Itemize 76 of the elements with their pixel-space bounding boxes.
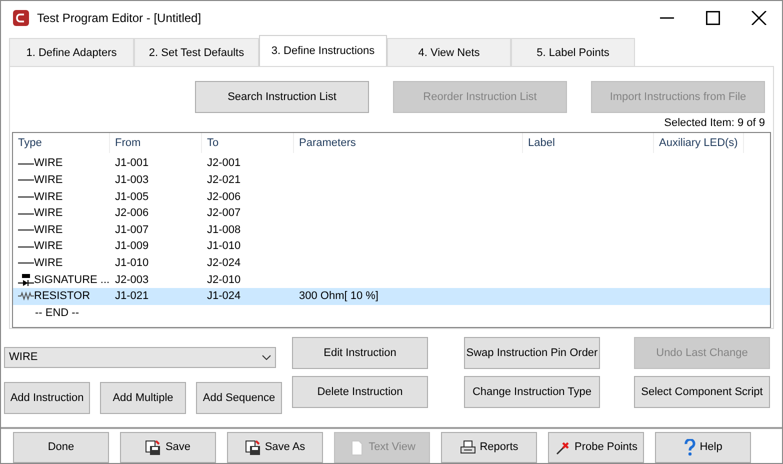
table-row[interactable]: WIRE J1-007 J1-008 (13, 222, 770, 238)
printer-icon (460, 440, 476, 456)
footer-button[interactable]: Save (120, 432, 216, 463)
type-cell-text: WIRE (34, 206, 63, 222)
probe-icon (554, 440, 570, 456)
to-cell-text: J1-008 (207, 222, 241, 238)
action-button[interactable]: Search Instruction List (195, 81, 369, 114)
tab[interactable]: 5. Label Points (511, 38, 635, 66)
footer-button[interactable]: Help (655, 432, 751, 463)
window-title: Test Program Editor - [Untitled] (37, 10, 202, 28)
tab[interactable]: 2. Set Test Defaults (134, 38, 259, 66)
footer-button[interactable]: Probe Points (548, 432, 644, 463)
from-cell-text: J2-006 (115, 206, 149, 222)
column-header[interactable]: From (110, 133, 202, 154)
resistor-icon (18, 290, 34, 302)
to-cell-text: J2-010 (207, 272, 241, 288)
floppy-disk-icon (244, 440, 261, 456)
from-cell-text: J1-010 (115, 256, 149, 272)
from-cell-text: J1-005 (115, 190, 149, 205)
table-row[interactable]: WIRE J1-010 J2-024 (13, 254, 770, 272)
from-cell-text: J1-001 (115, 156, 149, 172)
table-row[interactable]: WIRE J2-006 J2-007 (13, 205, 770, 222)
to-cell-text: J2-024 (207, 256, 241, 272)
action-button[interactable]: Add Instruction (4, 382, 90, 414)
app-logo-icon (13, 10, 29, 26)
to-cell-text: J2-006 (207, 190, 241, 205)
column-header[interactable]: Auxiliary LED(s) (654, 133, 744, 154)
type-cell-text: WIRE (34, 256, 63, 272)
table-row[interactable]: SIGNATURE ... J2-003 J2-010 (13, 272, 770, 288)
table-row[interactable]: WIRE J1-001 J2-001 (13, 155, 770, 172)
to-cell-text: J2-021 (207, 173, 241, 188)
footer-button[interactable]: Done (13, 432, 109, 463)
action-button[interactable]: Select Component Script (634, 376, 770, 408)
table-row[interactable]: WIRE J1-005 J2-006 (13, 188, 770, 206)
type-cell-text: WIRE (34, 173, 63, 188)
footer-button[interactable]: Reports (441, 432, 537, 463)
tab[interactable]: 4. View Nets (387, 38, 511, 66)
tab[interactable]: 3. Define Instructions (259, 35, 387, 66)
column-header[interactable]: Type (13, 133, 110, 154)
type-cell-text: RESISTOR (34, 289, 90, 304)
column-header[interactable]: Label (523, 133, 654, 154)
to-cell-text: J1-010 (207, 239, 241, 254)
action-button[interactable]: Add Multiple (100, 382, 186, 414)
column-header[interactable]: To (202, 133, 294, 154)
type-cell-text: WIRE (34, 156, 63, 172)
tab[interactable]: 1. Define Adapters (9, 38, 134, 66)
from-cell-text: J1-003 (115, 173, 149, 188)
from-cell-text: J2-003 (115, 272, 149, 288)
end-marker: -- END -- (35, 306, 79, 321)
table-row[interactable]: WIRE J1-009 J1-010 (13, 238, 770, 255)
from-cell-text: J1-009 (115, 239, 149, 254)
type-cell-text: WIRE (34, 239, 63, 254)
action-button[interactable]: Swap Instruction Pin Order (464, 337, 600, 369)
column-header[interactable]: Parameters (294, 133, 523, 154)
chevron-down-icon (262, 355, 271, 360)
action-button[interactable]: Add Sequence (196, 382, 282, 414)
action-button[interactable]: Delete Instruction (292, 376, 428, 408)
table-row[interactable]: RESISTOR J1-021 J1-024 300 Ohm[ 10 %] (13, 288, 770, 305)
from-cell-text: J1-007 (115, 222, 149, 238)
type-cell-text: WIRE (34, 222, 63, 238)
action-button[interactable]: Change Instruction Type (464, 376, 600, 408)
type-cell-text: SIGNATURE ... (34, 272, 110, 288)
floppy-disk-icon (145, 440, 162, 456)
action-button[interactable]: Edit Instruction (292, 337, 428, 369)
to-cell-text: J1-024 (207, 289, 241, 304)
from-cell-text: J1-021 (115, 289, 149, 304)
type-cell-text: WIRE (34, 190, 63, 205)
to-cell-text: J2-007 (207, 206, 241, 222)
instruction-type-dropdown[interactable]: WIRE (4, 347, 276, 368)
table-row[interactable]: WIRE J1-003 J2-021 (13, 172, 770, 189)
help-icon (684, 439, 696, 456)
parameters-cell-text: 300 Ohm[ 10 %] (299, 289, 378, 304)
to-cell-text: J2-001 (207, 156, 241, 172)
diode-icon (18, 274, 34, 286)
footer-button[interactable]: Save As (227, 432, 323, 463)
selection-status: Selected Item: 9 of 9 (664, 117, 765, 130)
